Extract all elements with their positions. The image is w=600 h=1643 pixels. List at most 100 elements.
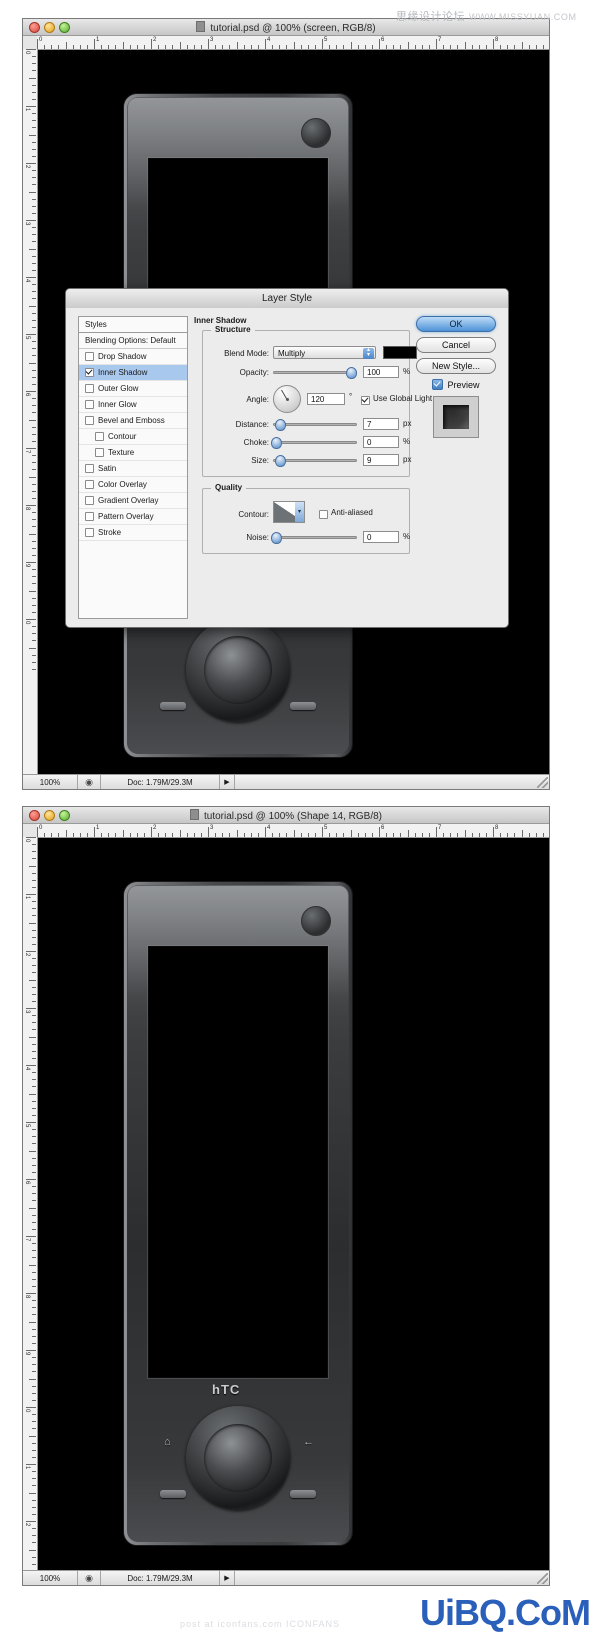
effect-checkbox[interactable] [85,384,94,393]
noise-slider[interactable] [271,531,357,544]
effect-checkbox[interactable] [85,496,94,505]
effect-checkbox[interactable] [85,368,94,377]
watermark-top-cn: 思缘设计论坛 [396,11,465,23]
angle-input[interactable]: 120 [307,393,345,405]
ruler-tick [32,141,36,143]
blending-options-row[interactable]: Blending Options: Default [79,333,187,349]
styles-header[interactable]: Styles [79,317,187,333]
new-style-button[interactable]: New Style... [416,358,496,374]
distance-slider[interactable] [273,418,357,431]
opacity-slider[interactable] [273,366,357,379]
ruler-horizontal-top[interactable]: 0123456789 [37,36,549,50]
ruler-tick [32,376,36,378]
effect-checkbox[interactable] [85,528,94,537]
effect-checkbox[interactable] [85,512,94,521]
status-menu-arrow-bottom[interactable]: ▶ [220,1571,235,1585]
shadow-color-swatch[interactable] [383,346,417,359]
titlebar-bottom[interactable]: tutorial.psd @ 100% (Shape 14, RGB/8) [23,807,549,824]
ruler-tick [29,979,36,981]
angle-dial[interactable] [273,385,301,413]
document-thumb-icon-bottom[interactable]: ◉ [78,1571,101,1585]
ruler-tick [32,1107,36,1109]
effect-row-drop-shadow[interactable]: Drop Shadow [79,349,187,365]
effect-row-color-overlay[interactable]: Color Overlay [79,477,187,493]
distance-knob[interactable] [275,419,286,431]
styles-list-panel[interactable]: Styles Blending Options: Default Drop Sh… [78,316,188,619]
effect-row-inner-shadow[interactable]: Inner Shadow [79,365,187,381]
resize-grip-top[interactable] [537,777,548,788]
ruler-tick [32,1285,36,1287]
noise-input[interactable]: 0 [363,531,399,543]
zoom-level-top[interactable]: 100% [23,775,78,789]
preview-checkbox[interactable] [432,379,444,390]
ruler-tick [32,604,36,606]
ruler-vertical-top[interactable]: 0 1 2 3 4 5 6 7 8 9 0 [23,49,38,789]
ruler-label: 0 [24,839,30,843]
ruler-tick [32,426,36,428]
blend-mode-select[interactable]: Multiply ▴ ▾ [273,346,376,359]
effect-checkbox[interactable] [95,432,104,441]
opacity-input[interactable]: 100 [363,366,399,378]
anti-aliased-checkbox[interactable] [319,510,328,519]
effect-row-stroke[interactable]: Stroke [79,525,187,541]
effect-row-outer-glow[interactable]: Outer Glow [79,381,187,397]
phone-artwork-bottom: hTC ⌂ ← [123,881,353,1546]
ruler-vertical-bottom[interactable]: 0123456789012345 [23,837,38,1585]
ruler-tick [26,1521,36,1522]
ruler-tick [29,647,36,649]
effect-checkbox[interactable] [85,416,94,425]
ruler-tick [193,45,195,49]
ruler-horizontal-bottom[interactable]: 0123456789 [37,824,549,838]
photoshop-window-top[interactable]: tutorial.psd @ 100% (screen, RGB/8) 0 1 2 3… [22,18,550,790]
choke-input[interactable]: 0 [363,436,399,448]
ruler-tick [29,476,36,478]
layer-style-dialog[interactable]: Layer Style Styles Blending Options: Def… [65,288,509,628]
effect-row-contour[interactable]: Contour [79,429,187,445]
cancel-button[interactable]: Cancel [416,337,496,353]
effect-label: Pattern Overlay [98,512,154,521]
status-menu-arrow-top[interactable]: ▶ [220,775,235,789]
ruler-tick [26,448,36,449]
size-knob[interactable] [275,455,286,467]
photoshop-window-bottom[interactable]: tutorial.psd @ 100% (Shape 14, RGB/8) 0 1… [22,806,550,1586]
use-global-light-checkbox[interactable] [361,396,370,405]
ruler-tick [129,833,131,837]
document-thumb-icon-top[interactable]: ◉ [78,775,101,789]
resize-grip-bottom[interactable] [537,1573,548,1584]
effect-checkbox[interactable] [85,480,94,489]
ruler-tick [307,833,309,837]
ruler-tick [79,833,81,837]
ruler-label: 1 [24,1466,30,1470]
effect-row-bevel-and-emboss[interactable]: Bevel and Emboss [79,413,187,429]
effect-checkbox[interactable] [95,448,104,457]
noise-label: Noise: [246,533,269,542]
effect-checkbox[interactable] [85,464,94,473]
effect-checkbox[interactable] [85,400,94,409]
choke-knob[interactable] [271,437,282,449]
effect-row-inner-glow[interactable]: Inner Glow [79,397,187,413]
ruler-tick [32,262,36,264]
ruler-tick [493,39,494,49]
effect-row-satin[interactable]: Satin [79,461,187,477]
effect-row-texture[interactable]: Texture [79,445,187,461]
opacity-knob[interactable] [346,367,357,379]
size-slider[interactable] [273,454,357,467]
effect-checkbox[interactable] [85,352,94,361]
statusbar-top: 100% ◉ Doc: 1.79M/29.3M ▶ [23,774,549,789]
effect-row-pattern-overlay[interactable]: Pattern Overlay [79,509,187,525]
ruler-tick [471,833,473,837]
ruler-tick [32,120,36,122]
contour-preview[interactable]: ▾ [273,501,305,523]
effect-row-gradient-overlay[interactable]: Gradient Overlay [79,493,187,509]
choke-slider[interactable] [271,436,357,449]
ruler-tick [32,1542,36,1544]
ok-button[interactable]: OK [416,316,496,332]
size-input[interactable]: 9 [363,454,399,466]
effects-list[interactable]: Drop Shadow Inner Shadow Outer Glow Inner G… [79,349,187,541]
chevron-down-icon[interactable]: ▾ [295,502,304,522]
zoom-level-bottom[interactable]: 100% [23,1571,78,1585]
distance-input[interactable]: 7 [363,418,399,430]
noise-knob[interactable] [271,532,282,544]
preview-toggle[interactable]: Preview [416,379,496,390]
canvas-bottom[interactable]: hTC ⌂ ← [38,838,549,1585]
